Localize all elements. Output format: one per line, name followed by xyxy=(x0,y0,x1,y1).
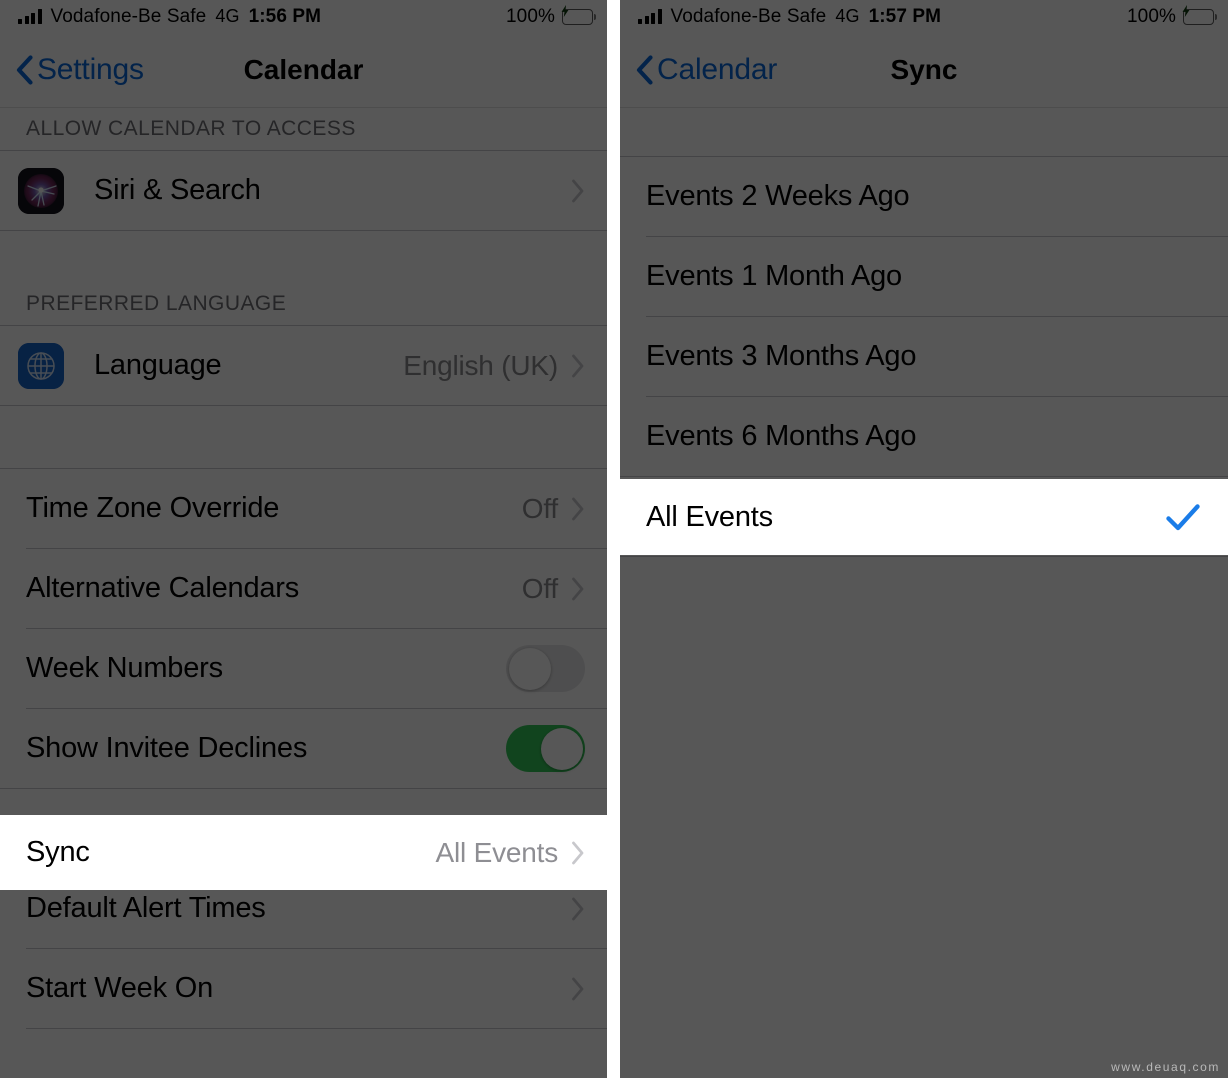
row-label: Default Alert Times xyxy=(26,892,266,924)
row-label: Alternative Calendars xyxy=(26,572,300,604)
sync-option-events-1-month-ago[interactable]: Events 1 Month Ago xyxy=(620,237,1228,316)
lightning-bolt-icon xyxy=(561,5,568,17)
back-button-calendar[interactable]: Calendar xyxy=(636,53,777,87)
lightning-bolt-icon xyxy=(1182,5,1189,17)
chevron-left-icon xyxy=(16,55,33,85)
network-type-label: 4G xyxy=(215,6,240,26)
highlighted-all-events-row[interactable]: All Events xyxy=(620,479,1228,555)
row-value: Off xyxy=(521,492,558,524)
highlighted-sync-row[interactable]: Sync All Events xyxy=(0,815,607,890)
chevron-left-icon xyxy=(636,55,653,85)
back-button-settings[interactable]: Settings xyxy=(16,53,144,87)
row-label: Week Numbers xyxy=(26,652,223,684)
sync-option-all-events[interactable]: All Events xyxy=(620,479,1228,555)
settings-row-start-week-on[interactable]: Start Week On xyxy=(0,949,607,1028)
row-value: English (UK) xyxy=(403,349,558,381)
sync-option-events-3-months-ago[interactable]: Events 3 Months Ago xyxy=(620,317,1228,396)
row-label: All Events xyxy=(646,500,773,533)
network-type-label: 4G xyxy=(835,6,860,26)
clock-label: 1:57 PM xyxy=(868,5,942,27)
site-watermark: www.deuaq.com xyxy=(1111,1060,1220,1074)
battery-percent-label: 100% xyxy=(506,5,555,27)
row-value: Off xyxy=(521,572,558,604)
clock-label: 1:56 PM xyxy=(248,5,322,27)
globe-language-icon xyxy=(18,342,64,389)
back-button-label: Settings xyxy=(37,53,144,86)
settings-row-time-zone-override[interactable]: Time Zone Override Off xyxy=(0,469,607,548)
row-label: Show Invitee Declines xyxy=(26,732,308,764)
section-header-preferred-language: PREFERRED LANGUAGE xyxy=(0,283,607,325)
chevron-right-icon xyxy=(572,841,584,864)
divider xyxy=(26,1028,607,1029)
nav-bar-right: Calendar Sync xyxy=(620,33,1228,107)
chevron-right-icon xyxy=(572,897,584,920)
row-value: All Events xyxy=(435,836,559,868)
sync-option-events-2-weeks-ago[interactable]: Events 2 Weeks Ago xyxy=(620,157,1228,236)
divider xyxy=(0,788,607,789)
status-bar-right: Vodafone-Be Safe 4G 1:57 PM 100% xyxy=(620,0,1228,33)
divider xyxy=(620,556,1228,557)
row-label: Events 2 Weeks Ago xyxy=(646,180,910,212)
section-gap xyxy=(0,231,607,283)
battery-percent-label: 100% xyxy=(1127,5,1176,27)
battery-charging-icon xyxy=(1182,5,1217,25)
settings-row-alternative-calendars[interactable]: Alternative Calendars Off xyxy=(0,549,607,628)
settings-table-left: ALLOW CALENDAR TO ACCESS Siri & Search P… xyxy=(0,108,607,1029)
row-label: Start Week On xyxy=(26,972,214,1004)
chevron-right-icon xyxy=(572,577,584,600)
row-label: Language xyxy=(94,349,222,381)
settings-row-sync[interactable]: Sync All Events xyxy=(0,815,607,890)
section-gap xyxy=(0,406,607,468)
row-label: Siri & Search xyxy=(94,174,261,206)
status-bar-left: Vodafone-Be Safe 4G 1:56 PM 100% xyxy=(0,0,607,33)
settings-row-show-invitee-declines[interactable]: Show Invitee Declines xyxy=(0,709,607,788)
row-label: Events 3 Months Ago xyxy=(646,340,917,372)
divider xyxy=(620,476,1228,477)
row-label: Time Zone Override xyxy=(26,492,280,524)
phone-screen-calendar-settings: Vodafone-Be Safe 4G 1:56 PM 100% Setting… xyxy=(0,0,607,1078)
sync-option-events-6-months-ago[interactable]: Events 6 Months Ago xyxy=(620,397,1228,476)
carrier-label: Vodafone-Be Safe xyxy=(670,5,827,27)
nav-separator xyxy=(0,107,607,108)
section-gap xyxy=(620,108,1228,156)
nav-separator xyxy=(620,107,1228,108)
battery-charging-icon xyxy=(561,5,596,25)
settings-row-week-numbers[interactable]: Week Numbers xyxy=(0,629,607,708)
screenshot-stage: Vodafone-Be Safe 4G 1:56 PM 100% Setting… xyxy=(0,0,1228,1078)
chevron-right-icon xyxy=(572,354,584,377)
chevron-right-icon xyxy=(572,977,584,1000)
chevron-right-icon xyxy=(572,497,584,520)
back-button-label: Calendar xyxy=(657,53,778,86)
nav-bar-left: Settings Calendar xyxy=(0,33,607,107)
carrier-label: Vodafone-Be Safe xyxy=(50,5,207,27)
show-invitee-declines-toggle[interactable] xyxy=(506,725,585,772)
signal-bars-icon xyxy=(638,9,662,24)
week-numbers-toggle[interactable] xyxy=(506,645,585,692)
row-label: Events 1 Month Ago xyxy=(646,260,902,292)
siri-app-icon xyxy=(18,167,64,214)
section-header-allow-access: ALLOW CALENDAR TO ACCESS xyxy=(0,108,607,150)
chevron-right-icon xyxy=(572,179,584,202)
signal-bars-icon xyxy=(18,9,42,24)
checkmark-icon xyxy=(1166,503,1200,530)
row-label: Sync xyxy=(26,836,90,868)
phone-screen-sync-options: Vodafone-Be Safe 4G 1:57 PM 100% Calenda… xyxy=(620,0,1228,1078)
settings-row-language[interactable]: Language English (UK) xyxy=(0,326,607,405)
settings-row-siri-search[interactable]: Siri & Search xyxy=(0,151,607,230)
row-label: Events 6 Months Ago xyxy=(646,420,917,452)
